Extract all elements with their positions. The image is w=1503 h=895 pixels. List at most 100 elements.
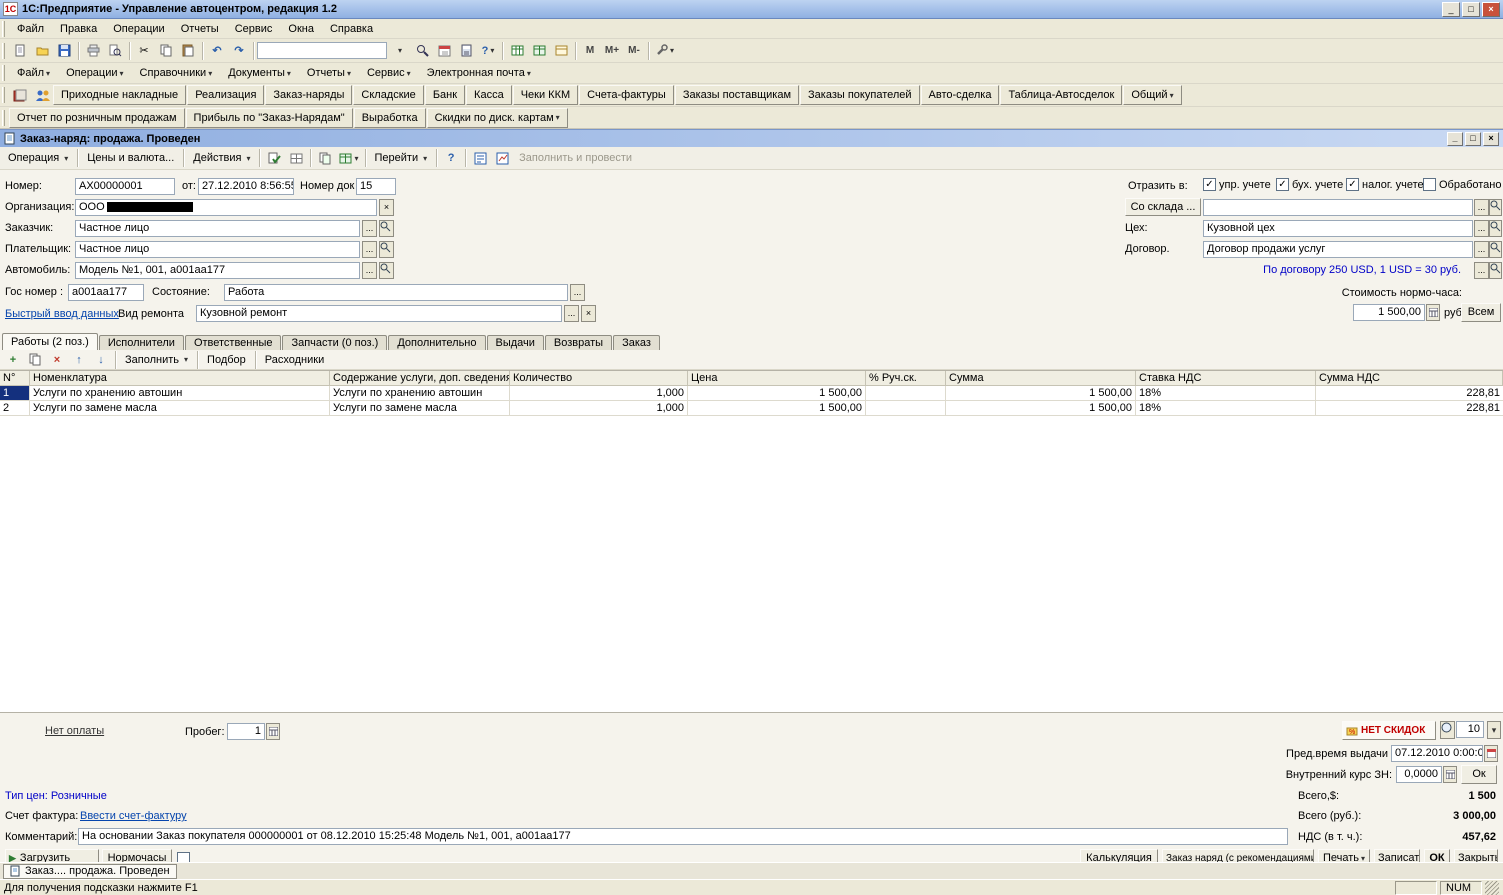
help-icon[interactable]: ? bbox=[440, 148, 462, 168]
checkbox-management-accounting[interactable]: ✓ упр. учете bbox=[1203, 178, 1271, 191]
move-up-icon[interactable]: ↑ bbox=[68, 350, 90, 370]
discount-count-arrow-icon[interactable]: ▾ bbox=[1487, 721, 1501, 739]
workshop-field[interactable]: Кузовной цех bbox=[1203, 220, 1473, 237]
actions-button[interactable]: Действия ▾ bbox=[187, 150, 256, 166]
menu-edit[interactable]: Правка bbox=[52, 20, 105, 38]
minimize-button[interactable]: _ bbox=[1442, 1, 1460, 17]
customer-field[interactable]: Частное лицо bbox=[75, 220, 360, 237]
table-row[interactable]: 2 Услуги по замене масла Услуги по замен… bbox=[0, 401, 1503, 416]
vat-rate-cell[interactable]: 18% bbox=[1136, 401, 1316, 416]
fill-and-post-button[interactable]: Заполнить и провести bbox=[513, 150, 638, 166]
cut-icon[interactable]: ✂ bbox=[133, 41, 155, 61]
quick-button-invoices[interactable]: Счета-фактуры bbox=[579, 85, 674, 105]
delete-row-icon[interactable]: × bbox=[46, 350, 68, 370]
car-search-icon[interactable] bbox=[379, 262, 394, 279]
calendar-button-icon[interactable] bbox=[1484, 745, 1498, 762]
organization-field[interactable]: ООО bbox=[75, 199, 377, 216]
sum-cell[interactable]: 1 500,00 bbox=[946, 386, 1136, 401]
memory-recall-button[interactable]: М bbox=[579, 41, 601, 61]
redo-icon[interactable]: ↷ bbox=[228, 41, 250, 61]
vat-rate-cell[interactable]: 18% bbox=[1136, 386, 1316, 401]
table-pick-icon[interactable] bbox=[528, 41, 550, 61]
price-type-link[interactable]: Тип цен: Розничные bbox=[5, 790, 107, 802]
quick-select-combobox[interactable] bbox=[257, 42, 387, 59]
warehouse-select-button[interactable]: ... bbox=[1474, 199, 1489, 216]
discount-counter-icon[interactable] bbox=[1440, 721, 1455, 739]
close-button[interactable]: × bbox=[1482, 1, 1500, 17]
menu-windows[interactable]: Окна bbox=[280, 20, 322, 38]
paste-icon[interactable] bbox=[177, 41, 199, 61]
internal-rate-field[interactable]: 0,0000 bbox=[1396, 766, 1442, 783]
payer-search-icon[interactable] bbox=[379, 241, 394, 258]
template-icon[interactable] bbox=[550, 41, 572, 61]
from-warehouse-button[interactable]: Со склада ... bbox=[1125, 198, 1201, 216]
manual-discount-cell[interactable] bbox=[866, 401, 946, 416]
car-select-button[interactable]: ... bbox=[362, 262, 377, 279]
help-button[interactable]: ? ▾ bbox=[477, 41, 499, 61]
contract-search-icon[interactable] bbox=[1489, 241, 1502, 258]
nomenclature-cell[interactable]: Услуги по замене масла bbox=[30, 401, 330, 416]
service-content-cell[interactable]: Услуги по хранению автошин bbox=[330, 386, 510, 401]
custom-menu-catalogs[interactable]: Справочники ▾ bbox=[132, 64, 221, 82]
payer-field[interactable]: Частное лицо bbox=[75, 241, 360, 258]
quick-button-output[interactable]: Выработка bbox=[353, 107, 426, 128]
quick-button-sales[interactable]: Реализация bbox=[187, 85, 265, 105]
ok-small-button[interactable]: Ок bbox=[1461, 765, 1497, 784]
menu-file[interactable]: Файл bbox=[9, 20, 52, 38]
print-preview-icon[interactable] bbox=[104, 41, 126, 61]
save-icon[interactable] bbox=[53, 41, 75, 61]
payer-select-button[interactable]: ... bbox=[362, 241, 377, 258]
journal-icon[interactable] bbox=[9, 85, 31, 105]
sum-cell[interactable]: 1 500,00 bbox=[946, 401, 1136, 416]
memory-add-button[interactable]: М+ bbox=[601, 41, 623, 61]
custom-menu-file[interactable]: Файл ▾ bbox=[9, 64, 58, 82]
table-row[interactable]: 1 Услуги по хранению автошин Услуги по х… bbox=[0, 386, 1503, 401]
document-restore-button[interactable]: □ bbox=[1465, 131, 1481, 146]
operation-button[interactable]: Операция ▾ bbox=[2, 150, 74, 166]
combobox-arrow-icon[interactable]: ▾ bbox=[389, 41, 411, 61]
tab-spare-parts[interactable]: Запчасти (0 поз.) bbox=[282, 335, 388, 350]
no-payment-link[interactable]: Нет оплаты bbox=[45, 725, 104, 737]
custom-menu-service[interactable]: Сервис ▾ bbox=[359, 64, 419, 82]
goto-button[interactable]: Перейти ▾ bbox=[369, 150, 434, 166]
find-icon[interactable] bbox=[411, 41, 433, 61]
move-down-icon[interactable]: ↓ bbox=[90, 350, 112, 370]
menu-service[interactable]: Сервис bbox=[227, 20, 281, 38]
tools-icon[interactable]: ▾ bbox=[652, 41, 677, 61]
repair-type-field[interactable]: Кузовной ремонт bbox=[196, 305, 562, 322]
contractors-icon[interactable] bbox=[31, 85, 53, 105]
number-field[interactable]: АХ00000001 bbox=[75, 178, 175, 195]
state-select-button[interactable]: ... bbox=[570, 284, 585, 301]
menu-reports[interactable]: Отчеты bbox=[173, 20, 227, 38]
enter-invoice-link[interactable]: Ввести счет-фактуру bbox=[80, 810, 187, 822]
tab-responsible[interactable]: Ответственные bbox=[184, 335, 282, 350]
tab-issues[interactable]: Выдачи bbox=[486, 335, 544, 350]
quick-button-common[interactable]: Общий ▾ bbox=[1123, 85, 1182, 105]
toolbar-grip[interactable] bbox=[2, 87, 5, 103]
copy-icon[interactable] bbox=[155, 41, 177, 61]
repair-type-select-button[interactable]: ... bbox=[564, 305, 579, 322]
toolbar-grip[interactable] bbox=[2, 65, 5, 81]
pick-button[interactable]: Подбор bbox=[201, 352, 252, 368]
tab-order[interactable]: Заказ bbox=[613, 335, 660, 350]
quick-button-incoming-invoices[interactable]: Приходные накладные bbox=[53, 85, 187, 105]
tab-returns[interactable]: Возвраты bbox=[544, 335, 613, 350]
menu-help[interactable]: Справка bbox=[322, 20, 381, 38]
quick-button-cash[interactable]: Касса bbox=[466, 85, 512, 105]
consumables-button[interactable]: Расходники bbox=[259, 352, 330, 368]
calculator-button-icon[interactable] bbox=[1443, 766, 1457, 783]
open-icon[interactable] bbox=[31, 41, 53, 61]
quick-button-customer-orders[interactable]: Заказы покупателей bbox=[800, 85, 920, 105]
nomenclature-cell[interactable]: Услуги по хранению автошин bbox=[30, 386, 330, 401]
apply-to-all-button[interactable]: Всем bbox=[1461, 303, 1501, 322]
memory-subtract-button[interactable]: М- bbox=[623, 41, 645, 61]
quick-button-workorder-profit[interactable]: Прибыль по "Заказ-Нарядам" bbox=[185, 107, 353, 128]
due-time-field[interactable]: 07.12.2010 0:00:00 bbox=[1391, 745, 1483, 762]
contract-info-search-icon[interactable] bbox=[1489, 262, 1502, 279]
prices-currency-button[interactable]: Цены и валюта... bbox=[81, 150, 180, 166]
price-cell[interactable]: 1 500,00 bbox=[688, 386, 866, 401]
doc-number-field[interactable]: 15 bbox=[356, 178, 396, 195]
maximize-button[interactable]: □ bbox=[1462, 1, 1480, 17]
resize-grip[interactable] bbox=[1485, 880, 1499, 895]
quantity-cell[interactable]: 1,000 bbox=[510, 401, 688, 416]
